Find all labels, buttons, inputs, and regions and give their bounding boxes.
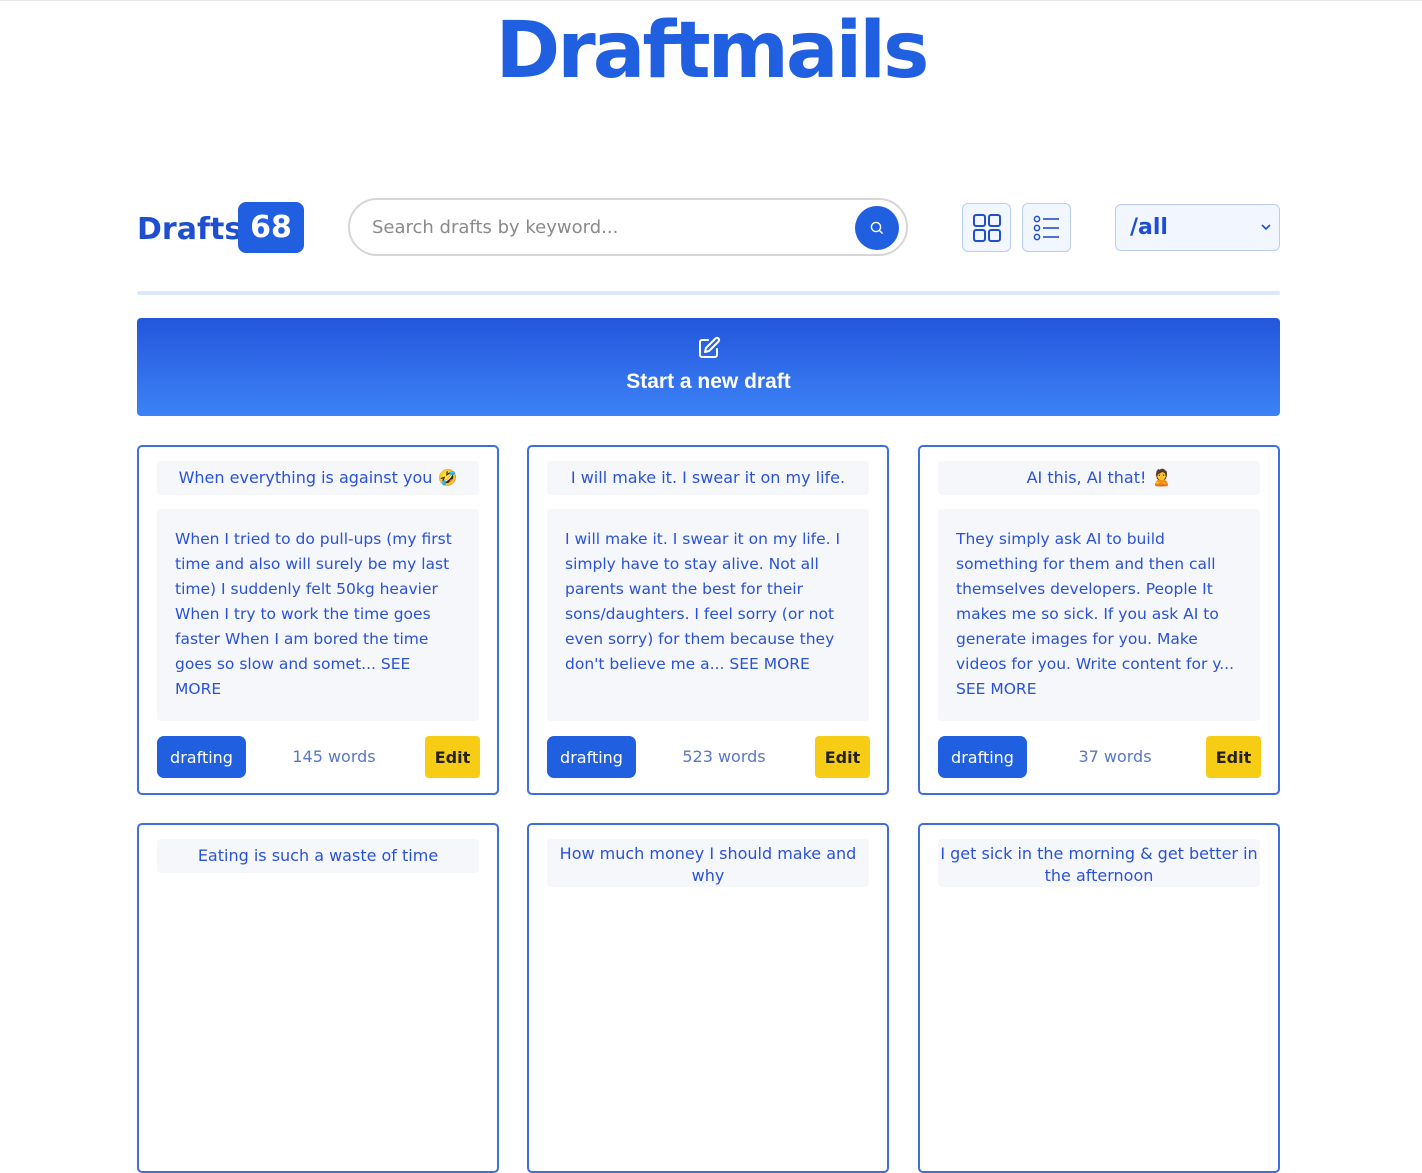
see-more-link[interactable]: SEE MORE	[956, 680, 1037, 698]
search-input[interactable]	[372, 214, 842, 240]
draft-title: I will make it. I swear it on my life.	[547, 461, 869, 495]
draft-card[interactable]: I will make it. I swear it on my life. I…	[527, 445, 889, 795]
folder-filter-select[interactable]: /all	[1115, 204, 1280, 251]
draft-card[interactable]: When everything is against you 🤣 When I …	[137, 445, 499, 795]
draft-title: I get sick in the morning & get better i…	[938, 839, 1260, 887]
draft-title: Eating is such a waste of time	[157, 839, 479, 873]
draft-title: AI this, AI that! 🙎	[938, 461, 1260, 495]
app-logo[interactable]: Draftmails	[0, 6, 1422, 96]
list-view-button[interactable]	[1022, 203, 1071, 252]
search-icon	[870, 221, 883, 234]
draft-title: When everything is against you 🤣	[157, 461, 479, 495]
grid-icon	[972, 213, 1001, 242]
word-count: 523 words	[682, 747, 766, 766]
draft-preview: When I tried to do pull-ups (my first ti…	[157, 509, 479, 721]
draft-preview-text: When I tried to do pull-ups (my first ti…	[175, 530, 452, 673]
word-count: 37 words	[1078, 747, 1152, 766]
drafts-count-badge: 68	[238, 202, 304, 253]
edit-button[interactable]: Edit	[1206, 736, 1261, 778]
top-border	[0, 0, 1422, 1]
status-badge[interactable]: drafting	[157, 736, 246, 778]
draft-title: How much money I should make and why	[547, 839, 869, 887]
draft-preview-text: I will make it. I swear it on my life. I…	[565, 530, 841, 673]
draft-card[interactable]: I get sick in the morning & get better i…	[918, 823, 1280, 1173]
draft-card[interactable]: Eating is such a waste of time	[137, 823, 499, 1173]
list-icon	[1033, 215, 1059, 240]
search-button[interactable]	[855, 206, 899, 250]
edit-button[interactable]: Edit	[425, 736, 480, 778]
chevron-down-icon	[1261, 224, 1271, 231]
draft-preview: I will make it. I swear it on my life. I…	[547, 509, 869, 721]
search-bar	[348, 198, 908, 256]
status-badge[interactable]: drafting	[938, 736, 1027, 778]
edit-icon	[699, 336, 721, 358]
new-draft-button[interactable]: Start a new draft	[137, 318, 1280, 416]
see-more-link[interactable]: SEE MORE	[729, 655, 810, 673]
draft-card[interactable]: AI this, AI that! 🙎 They simply ask AI t…	[918, 445, 1280, 795]
word-count: 145 words	[292, 747, 376, 766]
status-badge[interactable]: drafting	[547, 736, 636, 778]
new-draft-label: Start a new draft	[626, 370, 791, 393]
drafts-title: Drafts	[137, 212, 243, 247]
toolbar: Drafts 68 /all	[137, 198, 1280, 258]
grid-view-button[interactable]	[962, 203, 1011, 252]
divider	[137, 291, 1280, 295]
draft-preview-text: They simply ask AI to build something fo…	[956, 530, 1235, 673]
filter-selected-value: /all	[1130, 215, 1168, 240]
draft-card[interactable]: How much money I should make and why	[527, 823, 889, 1173]
draft-preview: They simply ask AI to build something fo…	[938, 509, 1260, 721]
edit-button[interactable]: Edit	[815, 736, 870, 778]
